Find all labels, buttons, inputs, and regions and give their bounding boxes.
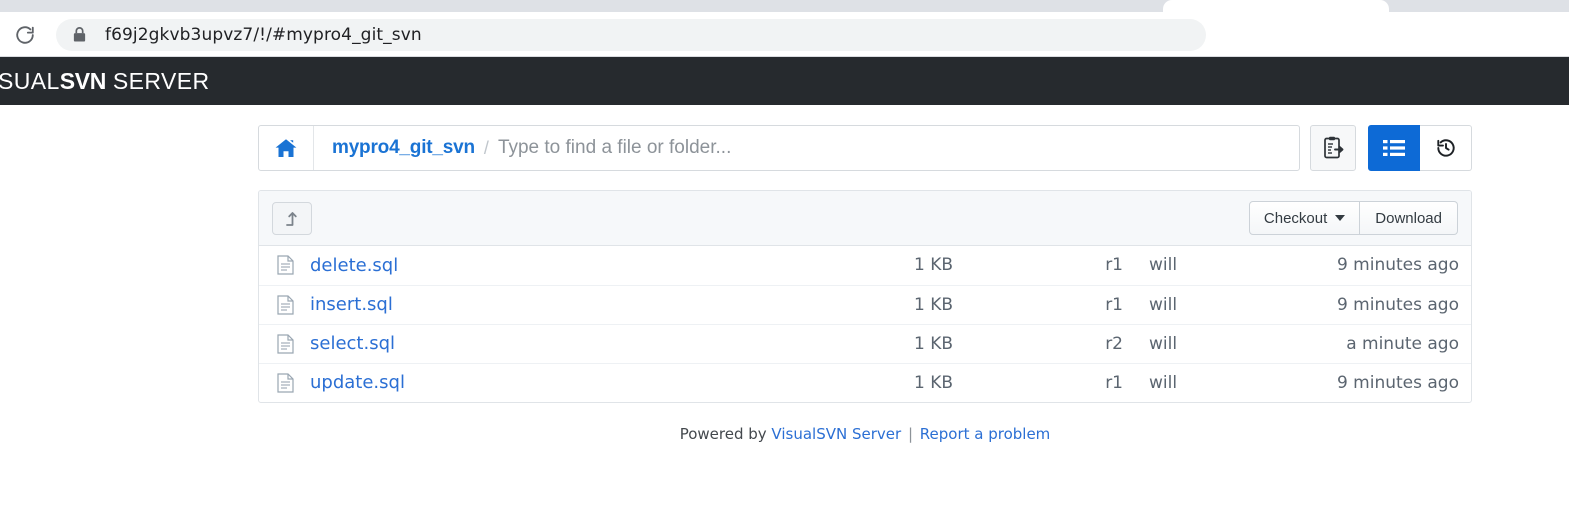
list-view-icon[interactable] [1368,125,1420,171]
chevron-down-icon [1335,215,1346,221]
file-revision-cell: r2 [1105,333,1123,354]
tab-strip-right-background [1389,0,1569,12]
view-mode-button-group [1368,125,1472,171]
history-icon[interactable] [1420,125,1472,171]
content-container: mypro4_git_svn / Type to find a file or … [258,125,1472,443]
reload-icon[interactable] [8,18,42,52]
file-icon [277,294,294,315]
file-revision-cell: r1 [1105,372,1123,393]
breadcrumb-repository-link[interactable]: mypro4_git_svn [332,137,475,159]
search-input-placeholder[interactable]: Type to find a file or folder... [498,137,731,159]
footer-powered-by-text: Powered by [679,425,772,443]
table-row[interactable]: delete.sql 1 KB r1 will 9 minutes ago [259,246,1471,285]
file-modified-cell: 9 minutes ago [1336,294,1459,315]
app-header: SUALSVN SERVER [0,57,1569,105]
table-row[interactable]: update.sql 1 KB r1 will 9 minutes ago [259,363,1471,402]
file-name-cell: update.sql [259,363,781,402]
file-author-cell: will [1149,333,1178,354]
breadcrumb-separator: / [483,137,489,158]
browser-toolbar: f69j2gkvb3upvz7/!/#mypro4_git_svn [0,12,1569,57]
file-size-cell: 1 KB [913,255,953,276]
file-size-cell: 1 KB [913,294,953,315]
file-link[interactable]: update.sql [310,372,405,393]
file-icon [277,333,294,354]
logo-prefix: SUAL [0,67,60,94]
footer-report-problem-link[interactable]: Report a problem [920,425,1051,443]
download-button-label: Download [1375,209,1442,227]
file-table: delete.sql 1 KB r1 will 9 minutes ago in… [259,246,1471,402]
address-bar[interactable]: f69j2gkvb3upvz7/!/#mypro4_git_svn [56,18,1206,51]
logo-suffix: SERVER [106,67,210,94]
file-author-cell: will [1149,294,1178,315]
file-author-cell: will [1149,255,1178,276]
file-link[interactable]: insert.sql [310,294,393,315]
file-revision-cell: r1 [1105,294,1123,315]
table-row[interactable]: insert.sql 1 KB r1 will 9 minutes ago [259,285,1471,324]
file-browser-card: Checkout Download delete.sql 1 KB r1 wil… [258,190,1472,403]
lock-icon [72,26,87,43]
file-link[interactable]: select.sql [310,333,395,354]
breadcrumb-search-row: mypro4_git_svn / Type to find a file or … [258,125,1472,171]
file-modified-cell: a minute ago [1346,333,1459,354]
browser-tab-active[interactable] [1163,0,1389,12]
page-body: mypro4_git_svn / Type to find a file or … [0,105,1569,511]
browser-tab-strip [0,0,1569,12]
file-modified-cell: 9 minutes ago [1336,372,1459,393]
file-icon [277,255,294,275]
file-size-cell: 1 KB [913,372,953,393]
file-link[interactable]: delete.sql [310,255,398,276]
file-modified-cell: 9 minutes ago [1336,255,1459,276]
file-revision-cell: r1 [1105,255,1123,276]
arrow-up-level-icon[interactable] [272,201,312,235]
file-name-cell: insert.sql [259,285,781,324]
checkout-button-label: Checkout [1263,209,1328,227]
file-name-cell: select.sql [259,324,781,363]
file-table-toolbar: Checkout Download [259,191,1471,246]
logo-bold: SVN [59,67,107,94]
checkout-button[interactable]: Checkout [1248,201,1361,235]
download-button[interactable]: Download [1360,201,1458,235]
breadcrumb-search-bar[interactable]: mypro4_git_svn / Type to find a file or … [258,125,1300,171]
breadcrumb: mypro4_git_svn / Type to find a file or … [314,126,1299,170]
file-size-cell: 1 KB [913,333,953,354]
page-footer: Powered by VisualSVN Server | Report a p… [258,425,1472,443]
footer-separator: | [903,425,918,443]
action-button-group: Checkout Download [1248,201,1458,235]
file-author-cell: will [1149,372,1178,393]
copy-button-group [1310,125,1356,171]
footer-product-link[interactable]: VisualSVN Server [771,425,901,443]
table-row[interactable]: select.sql 1 KB r2 will a minute ago [259,324,1471,363]
file-name-cell: delete.sql [259,246,781,285]
address-bar-url: f69j2gkvb3upvz7/!/#mypro4_git_svn [105,24,422,45]
file-icon [277,373,294,393]
home-icon[interactable] [259,126,314,170]
file-table-body: delete.sql 1 KB r1 will 9 minutes ago in… [259,246,1471,402]
clipboard-copy-icon[interactable] [1310,125,1356,171]
visualsvn-logo[interactable]: SUALSVN SERVER [0,68,209,95]
tab-strip-left-background [0,0,1163,12]
